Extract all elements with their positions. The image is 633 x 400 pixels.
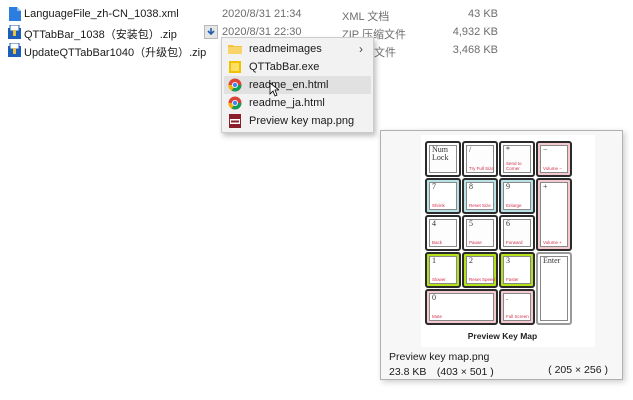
menu-item-label: readme_ja.html: [249, 97, 325, 109]
keypad-key: * Send to Corner: [499, 141, 535, 177]
keypad-key-label: .: [506, 293, 508, 302]
keypad-key: 0 Mute: [425, 289, 498, 325]
keypad-key-action: Mute: [432, 314, 443, 319]
menu-item-qttabbar-exe[interactable]: QTTabBar.exe: [224, 58, 371, 76]
keypad-key: . Full Screen: [499, 289, 535, 325]
keypad-key-label: 7: [432, 182, 436, 191]
menu-item-label: readmeimages: [249, 43, 322, 55]
keypad-key-label: 8: [469, 182, 473, 191]
download-arrow-icon: [207, 28, 215, 36]
keypad-key-label: 6: [506, 219, 510, 228]
keypad-key-label: −: [543, 145, 548, 154]
menu-item-readme-ja[interactable]: readme_ja.html: [224, 94, 371, 112]
keypad-key-action: Full Screen: [506, 314, 529, 319]
image-preview-tooltip: Num Lock / Try Full Size * Send to Corner − Vo…: [380, 130, 623, 380]
keypad-key-label: *: [506, 145, 510, 154]
xml-file-icon: [9, 7, 21, 21]
menu-item-readmeimages[interactable]: readmeimages ›: [224, 40, 371, 58]
zip-archive-icon: [8, 25, 21, 39]
menu-item-preview-key-map[interactable]: Preview key map.png: [224, 112, 371, 130]
menu-item-label: readme_en.html: [249, 79, 329, 91]
file-row[interactable]: LanguageFile_zh-CN_1038.xml 2020/8/31 21…: [0, 5, 633, 23]
keypad-key-label: 9: [506, 182, 510, 191]
keypad-key: / Try Full Size: [462, 141, 498, 177]
keypad-key-action: Faster: [506, 277, 519, 282]
keypad-key: 8 Reset Size: [462, 178, 498, 214]
preview-key-map-image: Num Lock / Try Full Size * Send to Corner − Vo…: [421, 135, 595, 347]
keypad-key: 1 Slower: [425, 252, 461, 288]
keypad-key-action: Reset Size: [469, 203, 491, 208]
keypad-key-label: /: [469, 145, 472, 154]
keypad-key-label: 2: [469, 256, 473, 265]
chevron-right-icon: ›: [359, 42, 363, 56]
chrome-html-icon: [228, 78, 242, 92]
keypad-key-label: +: [543, 182, 548, 191]
archive-context-menu: readmeimages › QTTabBar.exe readme_en.ht…: [221, 37, 374, 133]
menu-item-label: QTTabBar.exe: [249, 61, 320, 73]
preview-display-size: ( 205 × 256 ): [548, 364, 608, 376]
keypad-key: 7 Shrink: [425, 178, 461, 214]
menu-item-label: Preview key map.png: [249, 115, 355, 127]
keypad-key: 6 Forward: [499, 215, 535, 251]
keypad-key: − Volume −: [536, 141, 572, 177]
zip-archive-icon: [8, 43, 21, 57]
keypad-key-label: 0: [432, 293, 436, 302]
keypad-key: 4 Back: [425, 215, 461, 251]
keypad-key-face: [540, 182, 568, 247]
keypad-key-label: Enter: [543, 256, 561, 265]
keypad-key: 3 Faster: [499, 252, 535, 288]
file-type: XML 文档: [342, 11, 390, 23]
archive-download-button[interactable]: [204, 25, 218, 39]
preview-image-title: Preview Key Map: [467, 331, 538, 341]
keypad-key: + Volume +: [536, 178, 572, 251]
file-size: 43 KB: [468, 8, 498, 20]
keypad-key-face: [540, 256, 568, 321]
keypad-key-action: Reset Speed: [469, 277, 496, 282]
keypad-key: Enter: [536, 252, 572, 325]
keypad-key: Num Lock: [425, 141, 461, 177]
keypad-key-label: 5: [469, 219, 473, 228]
menu-item-readme-en[interactable]: readme_en.html: [224, 76, 371, 94]
keypad-key-label: 1: [432, 256, 436, 265]
keypad-key-action: Volume +: [543, 240, 562, 245]
file-date: 2020/8/31 21:34: [222, 8, 302, 20]
keypad-key: 2 Reset Speed: [462, 252, 498, 288]
file-size: 3,468 KB: [452, 44, 498, 56]
file-name: LanguageFile_zh-CN_1038.xml: [24, 8, 179, 20]
keypad-key-action: Volume −: [543, 166, 562, 171]
keypad-key-action: Send to Corner: [506, 161, 522, 171]
keypad-key-action: Enlarge: [506, 203, 522, 208]
file-name: UpdateQTTabBar1040（升级包）.zip: [24, 47, 207, 59]
keypad-key-action: Slower: [432, 277, 446, 282]
chrome-html-icon: [228, 96, 242, 110]
exe-icon: [229, 61, 241, 73]
keypad-key-action: Pause: [469, 240, 482, 245]
keypad-key-action: Shrink: [432, 203, 445, 208]
keypad-key-label: 4: [432, 219, 436, 228]
keypad-key-action: Try Full Size: [469, 166, 494, 171]
keypad-key-action: Back: [432, 240, 443, 245]
mouse-pointer-icon: [269, 82, 279, 97]
folder-icon: [228, 45, 242, 54]
preview-size-info: 23.8 KB (403 × 501 ): [389, 366, 494, 378]
keypad-key-action: Forward: [506, 240, 523, 245]
keypad-key-label: Num Lock: [432, 145, 449, 162]
keypad-key: 5 Pause: [462, 215, 498, 251]
file-name: QTTabBar_1038（安装包）.zip: [24, 29, 177, 41]
keypad-key: 9 Enlarge: [499, 178, 535, 214]
png-image-icon: [229, 114, 241, 128]
preview-filename: Preview key map.png: [389, 351, 490, 363]
file-size: 4,932 KB: [452, 26, 498, 38]
keypad-key-label: 3: [506, 256, 510, 265]
